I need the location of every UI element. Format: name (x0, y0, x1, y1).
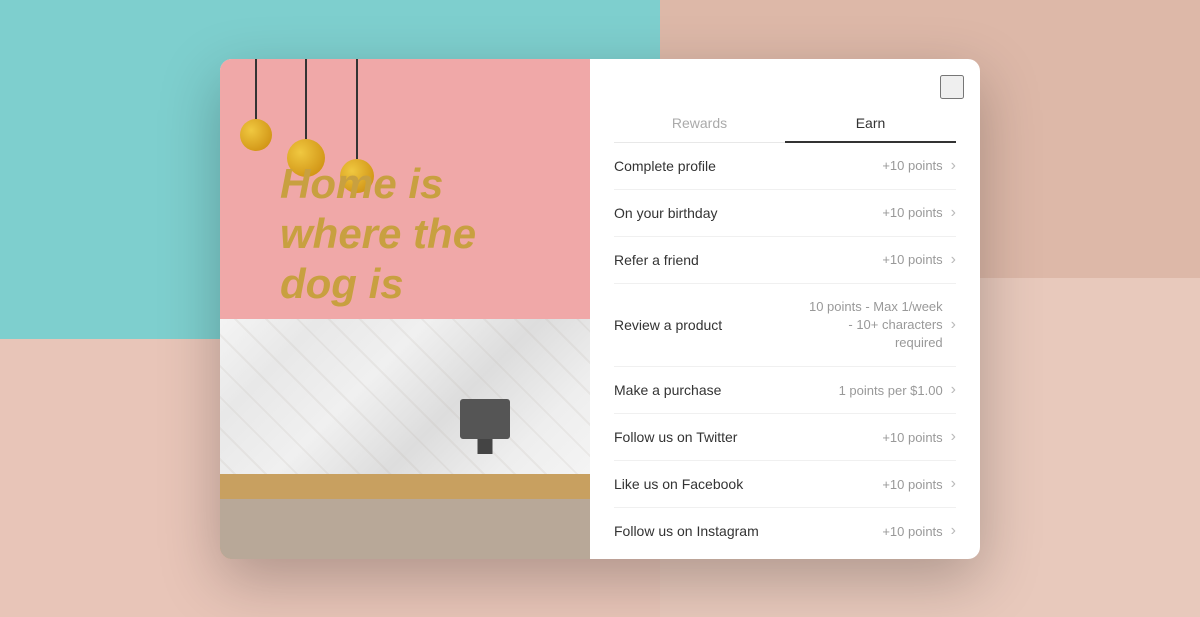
earn-list-item[interactable]: Complete profile+10 points › (614, 143, 956, 190)
chevron-right-icon: › (951, 475, 956, 493)
earn-item-label: Follow us on Twitter (614, 429, 882, 445)
wire-line (255, 59, 257, 119)
monitor (460, 399, 510, 439)
chevron-right-icon: › (951, 428, 956, 446)
tab-earn[interactable]: Earn (785, 105, 956, 143)
earn-item-label: Review a product (614, 317, 803, 333)
light-globe (240, 119, 272, 151)
earn-list-item[interactable]: Follow us on Twitter+10 points › (614, 414, 956, 461)
modal: Home iswhere thedog is Rewards Earn C (220, 59, 980, 559)
tabs-row: Rewards Earn (614, 105, 956, 143)
tab-rewards[interactable]: Rewards (614, 105, 785, 143)
counter-marble (220, 319, 590, 479)
earn-list-item[interactable]: Like us on Facebook+10 points › (614, 461, 956, 508)
earn-item-label: Like us on Facebook (614, 476, 882, 492)
earn-item-value: 1 points per $1.00 (839, 383, 943, 398)
wall-text: Home iswhere thedog is (280, 159, 476, 310)
chevron-right-icon: › (951, 522, 956, 540)
wire-line (356, 59, 358, 159)
earn-list-item[interactable]: Review a product10 points - Max 1/week -… (614, 284, 956, 368)
pendant-light-1 (240, 59, 272, 193)
earn-item-label: Make a purchase (614, 382, 839, 398)
earn-item-value: +10 points (882, 205, 942, 220)
earn-item-value: 10 points - Max 1/week - 10+ characters … (803, 298, 943, 353)
earn-item-label: Complete profile (614, 158, 882, 174)
modal-header (590, 59, 980, 105)
earn-list-item[interactable]: Refer a friend+10 points › (614, 237, 956, 284)
chevron-right-icon: › (951, 381, 956, 399)
earn-item-value: +10 points (882, 477, 942, 492)
earn-list-item[interactable]: Follow us on Instagram+10 points › (614, 508, 956, 554)
salon-image-panel: Home iswhere thedog is (220, 59, 590, 559)
chevron-right-icon: › (951, 251, 956, 269)
wire-line (305, 59, 307, 139)
earn-item-label: Follow us on Instagram (614, 523, 882, 539)
chevron-right-icon: › (951, 316, 956, 334)
earn-items-list: Complete profile+10 points›On your birth… (590, 143, 980, 559)
modal-right-panel: Rewards Earn Complete profile+10 points›… (590, 59, 980, 559)
earn-item-value: +10 points (882, 430, 942, 445)
page-container: Home iswhere thedog is Rewards Earn C (0, 0, 1200, 617)
earn-item-label: Refer a friend (614, 252, 882, 268)
earn-list-item[interactable]: On your birthday+10 points › (614, 190, 956, 237)
earn-item-label: On your birthday (614, 205, 882, 221)
close-button[interactable] (940, 75, 964, 99)
chevron-right-icon: › (951, 204, 956, 222)
salon-floor (220, 499, 590, 559)
earn-item-value: +10 points (882, 252, 942, 267)
earn-item-value: +10 points (882, 524, 942, 539)
earn-list-item[interactable]: Make a purchase1 points per $1.00 › (614, 367, 956, 414)
chevron-right-icon: › (951, 157, 956, 175)
earn-item-value: +10 points (882, 158, 942, 173)
